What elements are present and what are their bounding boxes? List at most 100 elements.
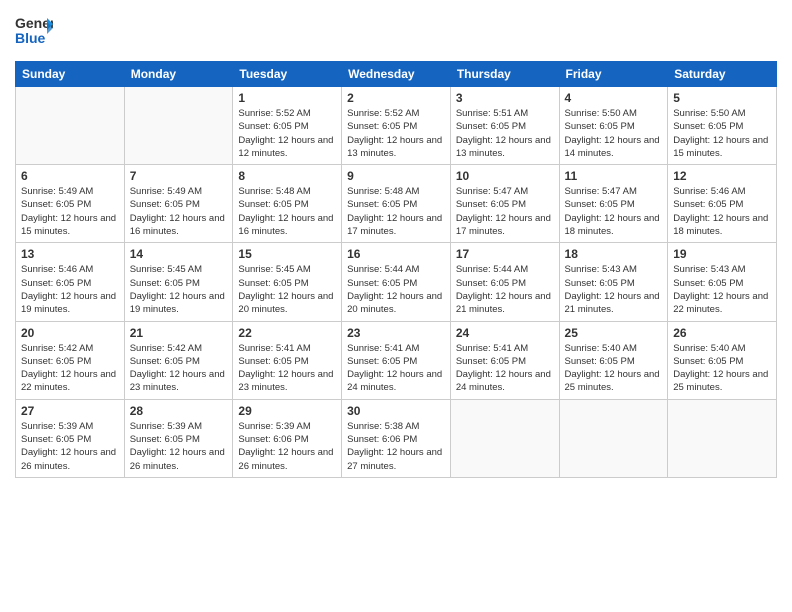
calendar-day: 30 Sunrise: 5:38 AMSunset: 6:06 PMDayligh…: [342, 399, 451, 477]
calendar-day: 11 Sunrise: 5:47 AMSunset: 6:05 PMDayligh…: [559, 165, 668, 243]
day-info: Sunrise: 5:38 AMSunset: 6:06 PMDaylight:…: [347, 420, 445, 473]
day-number: 26: [673, 326, 771, 340]
day-info: Sunrise: 5:50 AMSunset: 6:05 PMDaylight:…: [565, 107, 663, 160]
day-number: 12: [673, 169, 771, 183]
day-info: Sunrise: 5:39 AMSunset: 6:06 PMDaylight:…: [238, 420, 336, 473]
calendar-day: [16, 87, 125, 165]
day-info: Sunrise: 5:47 AMSunset: 6:05 PMDaylight:…: [565, 185, 663, 238]
day-number: 13: [21, 247, 119, 261]
day-number: 19: [673, 247, 771, 261]
day-number: 24: [456, 326, 554, 340]
logo: General Blue: [15, 10, 53, 53]
calendar-day: 3 Sunrise: 5:51 AMSunset: 6:05 PMDaylight…: [450, 87, 559, 165]
calendar-day: 8 Sunrise: 5:48 AMSunset: 6:05 PMDaylight…: [233, 165, 342, 243]
day-number: 20: [21, 326, 119, 340]
weekday-header-monday: Monday: [124, 62, 233, 87]
day-info: Sunrise: 5:52 AMSunset: 6:05 PMDaylight:…: [347, 107, 445, 160]
calendar-day: 27Sunrise: 5:39 AMSunset: 6:05 PMDayligh…: [16, 399, 125, 477]
day-info: Sunrise: 5:43 AMSunset: 6:05 PMDaylight:…: [673, 263, 771, 316]
calendar-day: [559, 399, 668, 477]
weekday-header-tuesday: Tuesday: [233, 62, 342, 87]
calendar-day: 10 Sunrise: 5:47 AMSunset: 6:05 PMDayligh…: [450, 165, 559, 243]
weekday-header-sunday: Sunday: [16, 62, 125, 87]
day-info: Sunrise: 5:44 AMSunset: 6:05 PMDaylight:…: [456, 263, 554, 316]
calendar-day: 16 Sunrise: 5:44 AMSunset: 6:05 PMDayligh…: [342, 243, 451, 321]
day-info: Sunrise: 5:49 AMSunset: 6:05 PMDaylight:…: [21, 185, 119, 238]
calendar-day: 22Sunrise: 5:41 AMSunset: 6:05 PMDayligh…: [233, 321, 342, 399]
day-number: 25: [565, 326, 663, 340]
weekday-header-wednesday: Wednesday: [342, 62, 451, 87]
day-info: Sunrise: 5:39 AMSunset: 6:05 PMDaylight:…: [130, 420, 228, 473]
day-info: Sunrise: 5:42 AMSunset: 6:05 PMDaylight:…: [21, 342, 119, 395]
day-info: Sunrise: 5:45 AMSunset: 6:05 PMDaylight:…: [130, 263, 228, 316]
day-number: 30: [347, 404, 445, 418]
day-number: 15: [238, 247, 336, 261]
calendar-day: 1Sunrise: 5:52 AMSunset: 6:05 PMDaylight…: [233, 87, 342, 165]
weekday-header-thursday: Thursday: [450, 62, 559, 87]
calendar-day: 5 Sunrise: 5:50 AMSunset: 6:05 PMDaylight…: [668, 87, 777, 165]
day-number: 16: [347, 247, 445, 261]
day-info: Sunrise: 5:46 AMSunset: 6:05 PMDaylight:…: [21, 263, 119, 316]
calendar-day: 17 Sunrise: 5:44 AMSunset: 6:05 PMDayligh…: [450, 243, 559, 321]
day-number: 10: [456, 169, 554, 183]
calendar-day: [450, 399, 559, 477]
day-number: 14: [130, 247, 228, 261]
weekday-header-saturday: Saturday: [668, 62, 777, 87]
calendar-week-row: 1 Sunrise: 5:52 AMSunset: 6:05 PMDaylight…: [16, 87, 777, 165]
calendar-day: [124, 87, 233, 165]
weekday-header-friday: Friday: [559, 62, 668, 87]
day-info: Sunrise: 5:41 AMSunset: 6:05 PMDaylight:…: [347, 342, 445, 395]
logo-icon: General Blue: [15, 10, 53, 48]
day-number: 3: [456, 91, 554, 105]
calendar-day: 15Sunrise: 5:45 AMSunset: 6:05 PMDayligh…: [233, 243, 342, 321]
day-number: 17: [456, 247, 554, 261]
calendar-day: 23Sunrise: 5:41 AMSunset: 6:05 PMDayligh…: [342, 321, 451, 399]
day-number: 6: [21, 169, 119, 183]
day-number: 5: [673, 91, 771, 105]
calendar-day: 20 Sunrise: 5:42 AMSunset: 6:05 PMDayligh…: [16, 321, 125, 399]
day-number: 9: [347, 169, 445, 183]
calendar-day: 13 Sunrise: 5:46 AMSunset: 6:05 PMDayligh…: [16, 243, 125, 321]
day-number: 8: [238, 169, 336, 183]
day-info: Sunrise: 5:40 AMSunset: 6:05 PMDaylight:…: [565, 342, 663, 395]
calendar-day: 21 Sunrise: 5:42 AMSunset: 6:05 PMDayligh…: [124, 321, 233, 399]
day-info: Sunrise: 5:42 AMSunset: 6:05 PMDaylight:…: [130, 342, 228, 395]
day-info: Sunrise: 5:48 AMSunset: 6:05 PMDaylight:…: [238, 185, 336, 238]
calendar-week-row: 20 Sunrise: 5:42 AMSunset: 6:05 PMDayligh…: [16, 321, 777, 399]
day-number: 11: [565, 169, 663, 183]
calendar-week-row: 27Sunrise: 5:39 AMSunset: 6:05 PMDayligh…: [16, 399, 777, 477]
calendar-week-row: 6 Sunrise: 5:49 AMSunset: 6:05 PMDaylight…: [16, 165, 777, 243]
day-info: Sunrise: 5:40 AMSunset: 6:05 PMDaylight:…: [673, 342, 771, 395]
day-number: 4: [565, 91, 663, 105]
calendar-table: SundayMondayTuesdayWednesdayThursdayFrid…: [15, 61, 777, 478]
calendar-week-row: 13 Sunrise: 5:46 AMSunset: 6:05 PMDayligh…: [16, 243, 777, 321]
day-number: 28: [130, 404, 228, 418]
day-info: Sunrise: 5:39 AMSunset: 6:05 PMDaylight:…: [21, 420, 119, 473]
calendar-day: 29 Sunrise: 5:39 AMSunset: 6:06 PMDayligh…: [233, 399, 342, 477]
calendar-day: 24Sunrise: 5:41 AMSunset: 6:05 PMDayligh…: [450, 321, 559, 399]
day-info: Sunrise: 5:50 AMSunset: 6:05 PMDaylight:…: [673, 107, 771, 160]
calendar-day: 7Sunrise: 5:49 AMSunset: 6:05 PMDaylight…: [124, 165, 233, 243]
svg-text:Blue: Blue: [15, 30, 46, 46]
day-info: Sunrise: 5:51 AMSunset: 6:05 PMDaylight:…: [456, 107, 554, 160]
calendar-day: 6 Sunrise: 5:49 AMSunset: 6:05 PMDaylight…: [16, 165, 125, 243]
calendar-day: 12 Sunrise: 5:46 AMSunset: 6:05 PMDayligh…: [668, 165, 777, 243]
calendar-day: 14 Sunrise: 5:45 AMSunset: 6:05 PMDayligh…: [124, 243, 233, 321]
day-info: Sunrise: 5:44 AMSunset: 6:05 PMDaylight:…: [347, 263, 445, 316]
day-info: Sunrise: 5:46 AMSunset: 6:05 PMDaylight:…: [673, 185, 771, 238]
day-number: 21: [130, 326, 228, 340]
calendar-day: 26 Sunrise: 5:40 AMSunset: 6:05 PMDayligh…: [668, 321, 777, 399]
day-number: 2: [347, 91, 445, 105]
page-header: General Blue: [15, 10, 777, 53]
day-number: 22: [238, 326, 336, 340]
day-info: Sunrise: 5:48 AMSunset: 6:05 PMDaylight:…: [347, 185, 445, 238]
calendar-day: 19 Sunrise: 5:43 AMSunset: 6:05 PMDayligh…: [668, 243, 777, 321]
calendar-day: 25 Sunrise: 5:40 AMSunset: 6:05 PMDayligh…: [559, 321, 668, 399]
calendar-day: 9 Sunrise: 5:48 AMSunset: 6:05 PMDaylight…: [342, 165, 451, 243]
day-number: 1: [238, 91, 336, 105]
calendar-day: 4 Sunrise: 5:50 AMSunset: 6:05 PMDaylight…: [559, 87, 668, 165]
calendar-day: [668, 399, 777, 477]
day-info: Sunrise: 5:47 AMSunset: 6:05 PMDaylight:…: [456, 185, 554, 238]
day-number: 29: [238, 404, 336, 418]
calendar-day: 28 Sunrise: 5:39 AMSunset: 6:05 PMDayligh…: [124, 399, 233, 477]
